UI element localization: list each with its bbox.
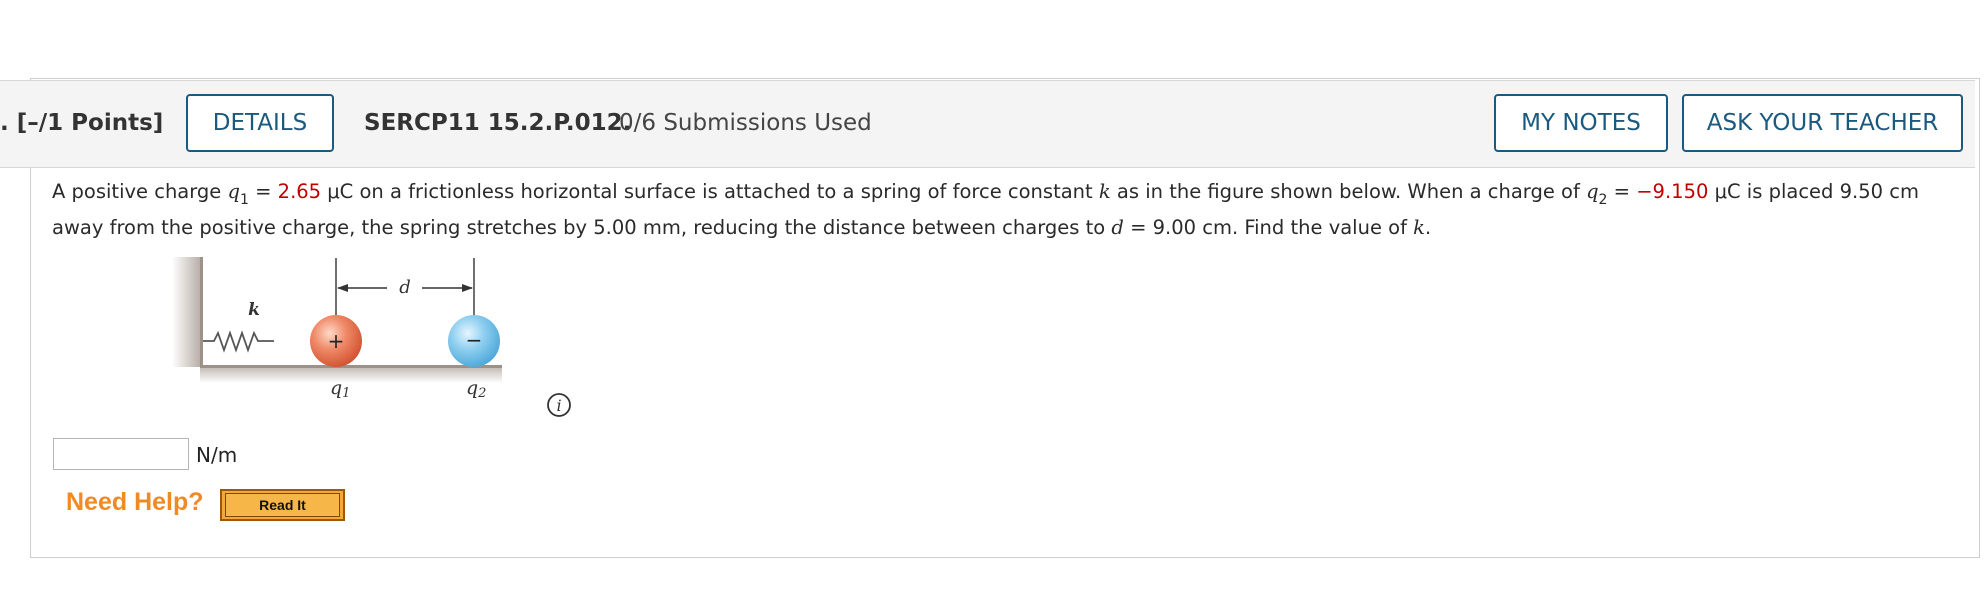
details-button[interactable]: DETAILS [186, 94, 334, 152]
k-variable: k [1098, 180, 1111, 203]
info-symbol: i [556, 396, 561, 415]
k-variable: k [1413, 216, 1425, 239]
question-text-part: as in the figure shown below. When a cha… [1110, 180, 1587, 203]
q2-variable: q [1586, 180, 1599, 203]
problem-code: SERCP11 15.2.P.012. [364, 110, 632, 136]
question-text-part: A positive charge [52, 180, 228, 203]
question-text-part: μC on a frictionless horizontal surface … [321, 180, 1099, 203]
q1-value: 2.65 [277, 180, 322, 203]
points-label: . [–/1 Points] [0, 110, 164, 136]
info-icon[interactable]: i [546, 392, 572, 418]
q2-value: −9.150 [1636, 180, 1709, 203]
spring-k-label: k [248, 300, 260, 320]
distance-d-label: d [399, 277, 411, 298]
need-help-label: Need Help? [66, 488, 204, 516]
question-text: A positive charge q1 = 2.65 μC on a fric… [52, 174, 1962, 246]
question-header: . [–/1 Points] DETAILS SERCP11 15.2.P.01… [0, 80, 1975, 168]
read-it-label: Read It [225, 493, 340, 517]
d-variable: d [1111, 216, 1124, 239]
submissions-count: 0/6 Submissions Used [619, 110, 872, 136]
equals-sign: = [248, 180, 278, 203]
question-text-part: = 9.00 cm. Find the value of [1123, 216, 1414, 239]
answer-unit: N/m [196, 443, 238, 467]
question-text-part: . [1424, 216, 1432, 239]
equals-sign: = [1607, 180, 1637, 203]
read-it-button[interactable]: Read It [220, 489, 345, 521]
my-notes-button[interactable]: MY NOTES [1494, 94, 1668, 152]
answer-input[interactable] [53, 438, 189, 470]
q1-variable: q [227, 180, 240, 203]
q1-subscript: 1 [239, 192, 249, 208]
minus-sign: − [466, 328, 483, 352]
spring-charges-figure: k d + − q1 q2 [172, 257, 502, 401]
plus-sign: + [328, 329, 345, 353]
ask-your-teacher-button[interactable]: ASK YOUR TEACHER [1682, 94, 1963, 152]
